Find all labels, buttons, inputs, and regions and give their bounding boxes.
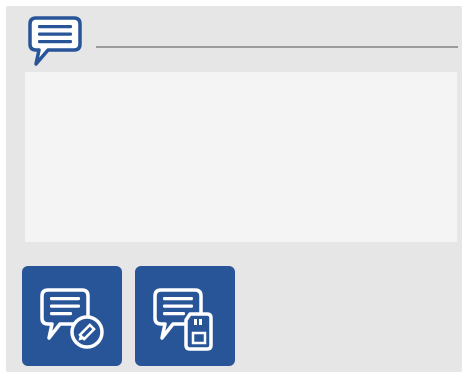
speech-bubble-lines-icon [24,14,84,74]
edit-comment-button[interactable] [22,266,122,366]
comment-text-area[interactable] [25,72,457,242]
speech-bubble-pencil-icon [22,266,122,366]
speech-bubble-sd-card-icon [135,266,235,366]
save-comment-button[interactable] [135,266,235,366]
header-divider [96,46,458,48]
comment-panel [6,6,462,372]
panel-header [24,14,462,74]
